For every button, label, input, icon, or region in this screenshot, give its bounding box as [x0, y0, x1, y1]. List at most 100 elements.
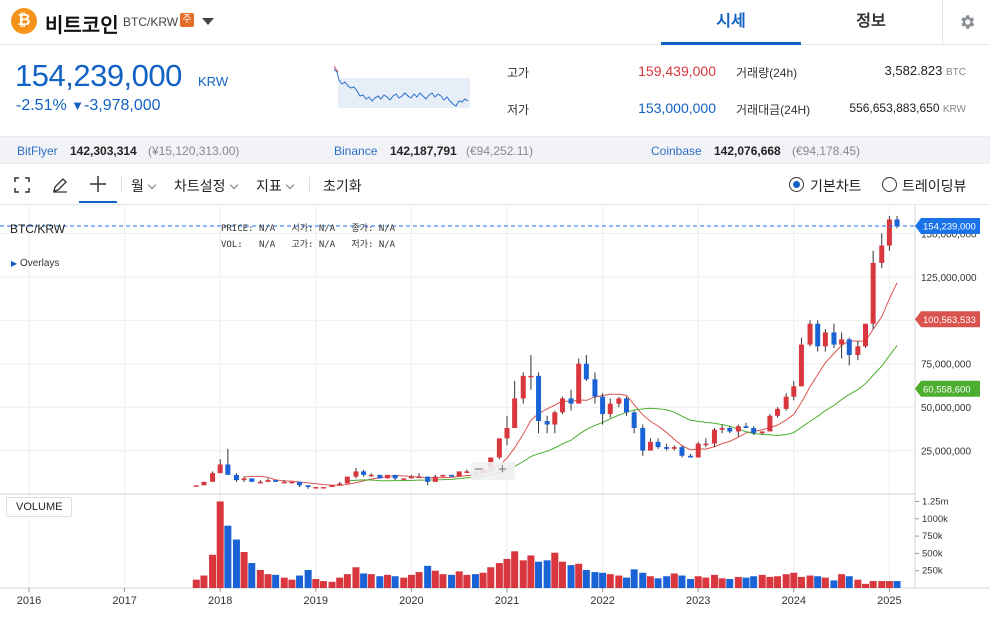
chart-toolbar: 월 차트설정 지표 초기화 기본차트 트레이딩뷰	[0, 165, 990, 205]
price-tag: 100,563,533	[915, 311, 980, 328]
candle-body	[703, 443, 709, 446]
tab-info[interactable]: 정보	[801, 0, 941, 45]
y-tick-label: 25,000,000	[921, 447, 971, 458]
candle-body	[767, 415, 773, 432]
candle-body	[759, 431, 765, 434]
candle-body	[775, 408, 781, 416]
candle-body	[504, 427, 510, 439]
volume-bar	[328, 581, 336, 588]
candle-body	[791, 386, 797, 397]
candle-body	[249, 478, 255, 482]
price-tag-label: 60,558,600	[923, 384, 971, 395]
price-chart[interactable]: 150,000,000125,000,000100,000,00075,000,…	[0, 206, 990, 623]
candle-body	[528, 375, 534, 378]
candle-body	[583, 363, 589, 380]
candle-body	[886, 219, 892, 246]
candle-body	[783, 396, 789, 409]
candle-body	[695, 443, 701, 458]
candle-body	[855, 346, 861, 355]
volume-label: VOLUME	[6, 497, 73, 517]
volume-bar	[280, 577, 288, 588]
mini-price-chart	[334, 66, 470, 108]
volume-bar	[216, 501, 224, 588]
chart-settings-menu[interactable]: 차트설정	[174, 176, 238, 196]
volume-bar	[630, 569, 638, 588]
zoom-out-button[interactable]: −	[474, 461, 483, 478]
exchange-name[interactable]: BitFlyer	[17, 144, 58, 158]
tradingview-label[interactable]: 트레이딩뷰	[902, 176, 966, 196]
candle-body	[688, 455, 694, 458]
basic-chart-radio[interactable]	[789, 177, 804, 192]
volume-bar	[424, 565, 432, 588]
chart-symbol: BTC/KRW	[10, 222, 66, 236]
high-value: 159,439,000	[638, 63, 716, 79]
candle-body	[679, 447, 685, 456]
indicators-menu[interactable]: 지표	[256, 176, 295, 196]
volume-bar	[790, 572, 798, 588]
overlays-toggle[interactable]: ▶ Overlays	[11, 258, 59, 269]
volume-bar	[639, 572, 647, 588]
exchange-name[interactable]: Binance	[334, 144, 377, 158]
candle-body	[512, 398, 518, 428]
candle-body	[210, 473, 216, 482]
period-select[interactable]: 월	[131, 176, 157, 196]
volume-bar	[567, 565, 575, 588]
volume-bar	[814, 576, 822, 588]
down-arrow-icon: ▼	[71, 98, 85, 113]
candle-body	[225, 464, 231, 475]
volume-bar	[782, 574, 790, 588]
candle-body	[544, 421, 550, 425]
volume-bar	[615, 575, 623, 588]
toolbar-divider	[309, 177, 310, 193]
volume-24h: 3,582.823 BTC	[885, 63, 966, 78]
candlestick-chart-svg[interactable]: 150,000,000125,000,000100,000,00075,000,…	[0, 206, 990, 623]
candle-body	[600, 396, 606, 415]
reset-button[interactable]: 초기화	[323, 176, 362, 196]
tradingview-radio[interactable]	[882, 177, 897, 192]
volume-bar	[543, 560, 551, 588]
zoom-in-button[interactable]: +	[498, 461, 507, 478]
volume-bar	[256, 570, 264, 588]
coin-pair: BTC/KRW	[123, 15, 179, 29]
x-tick-label: 2018	[208, 595, 232, 607]
y-tick-label: 75,000,000	[921, 360, 971, 371]
candle-body	[377, 474, 383, 479]
amount-unit: KRW	[942, 104, 966, 115]
basic-chart-label[interactable]: 기본차트	[810, 176, 862, 196]
volume-tick-label: 1000k	[922, 514, 948, 525]
legend-value: N/A	[258, 224, 276, 234]
candle-body	[719, 427, 725, 430]
candle-body	[894, 219, 900, 227]
triangle-right-icon: ▶	[11, 259, 18, 268]
volume-bar	[582, 570, 590, 588]
volume-tick-label: 500k	[922, 548, 943, 559]
volume-value: 3,582.823	[884, 63, 943, 78]
candle-body	[576, 363, 582, 404]
volume-bar	[519, 560, 527, 588]
legend-value: N/A	[378, 224, 396, 234]
exchange-name[interactable]: Coinbase	[651, 144, 702, 158]
candle-body	[201, 481, 207, 486]
volume-bar	[400, 577, 408, 588]
legend-value: N/A	[318, 224, 336, 234]
candle-body	[879, 245, 885, 263]
crosshair-tool[interactable]	[79, 165, 117, 203]
pencil-icon[interactable]	[51, 176, 69, 194]
candle-body	[743, 426, 749, 428]
fullscreen-icon[interactable]	[14, 177, 30, 193]
volume-bar	[336, 577, 344, 588]
candle-body	[265, 480, 271, 482]
chevron-down-icon[interactable]	[202, 18, 214, 25]
x-tick-label: 2020	[399, 595, 423, 607]
volume-bar	[663, 576, 671, 588]
volume-bar	[479, 572, 487, 588]
volume-bar	[407, 574, 415, 588]
volume-bar	[487, 567, 495, 588]
volume-bar	[606, 574, 614, 588]
gear-icon[interactable]	[942, 0, 990, 45]
exchange-local-price: (€94,252.11)	[466, 144, 534, 158]
tab-quote[interactable]: 시세	[661, 0, 801, 45]
candle-body	[368, 474, 374, 477]
candle-body	[297, 481, 303, 486]
period-label: 월	[131, 178, 144, 194]
